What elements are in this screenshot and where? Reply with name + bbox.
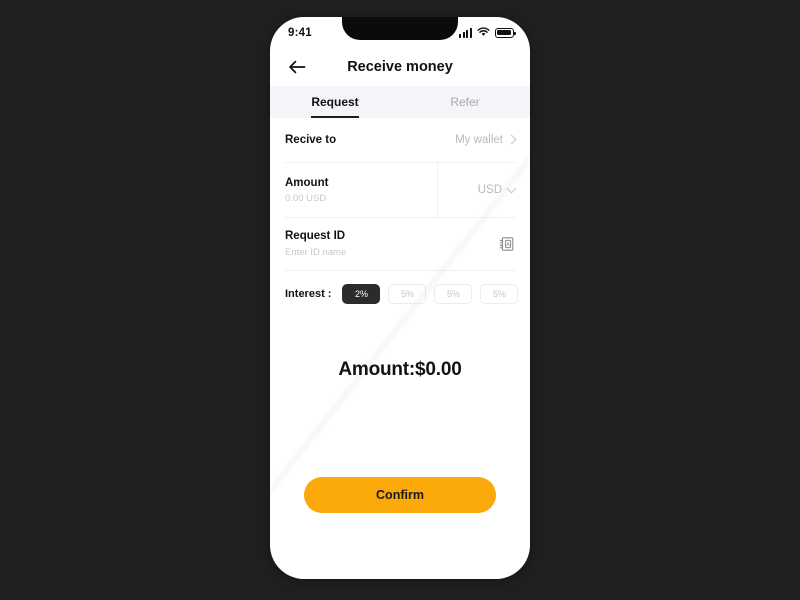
- interest-label: Interest :: [285, 288, 332, 300]
- interest-chip-3[interactable]: 5%: [480, 284, 519, 304]
- interest-chip-1[interactable]: 5%: [388, 284, 427, 304]
- phone-frame: 9:41 Receive money Request Refer Recive …: [270, 17, 530, 579]
- tab-bar: Request Refer: [270, 86, 530, 118]
- interest-chip-0-label: 2%: [354, 289, 368, 299]
- interest-chip-1-label: 5%: [400, 289, 414, 299]
- currency-selector[interactable]: USD: [437, 163, 517, 217]
- wifi-icon: [477, 24, 490, 42]
- interest-chip-0[interactable]: 2%: [342, 284, 381, 304]
- cellular-signal-icon: [459, 28, 472, 38]
- tab-request-label: Request: [311, 95, 359, 109]
- confirm-button[interactable]: Confirm: [304, 477, 496, 513]
- status-bar: 9:41: [270, 17, 530, 48]
- amount-label: Amount: [285, 176, 329, 189]
- contact-card-icon[interactable]: A: [499, 218, 515, 270]
- confirm-button-container: Confirm: [270, 477, 530, 513]
- tab-refer-label: Refer: [450, 95, 480, 109]
- interest-chip-2[interactable]: 5%: [434, 284, 473, 304]
- battery-icon: [495, 27, 516, 38]
- tab-request[interactable]: Request: [270, 86, 400, 118]
- chevron-right-icon: [506, 134, 517, 145]
- receive-to-value-group: My wallet: [455, 134, 517, 146]
- status-bar-time: 9:41: [288, 26, 312, 39]
- status-bar-icons: [459, 24, 516, 42]
- request-id-input[interactable]: Enter ID name: [285, 247, 499, 258]
- amount-summary: Amount:$0.00: [338, 359, 462, 380]
- receive-to-row[interactable]: Recive to My wallet: [285, 118, 517, 163]
- receive-to-label: Recive to: [285, 134, 337, 146]
- currency-value: USD: [477, 184, 502, 196]
- amount-row: Amount 0.00 USD USD: [285, 163, 517, 218]
- svg-text:A: A: [506, 242, 510, 248]
- request-id-left-group: Request ID Enter ID name: [285, 218, 499, 270]
- request-id-label: Request ID: [285, 230, 346, 242]
- receive-to-value: My wallet: [455, 134, 503, 146]
- app-header: Receive money: [270, 48, 530, 86]
- chevron-down-icon: [506, 183, 517, 194]
- back-arrow-icon[interactable]: [284, 54, 310, 80]
- form-section: Recive to My wallet Amount 0.00 USD USD …: [270, 118, 530, 271]
- amount-input[interactable]: 0.00 USD: [285, 193, 437, 204]
- interest-chip-3-label: 5%: [492, 289, 506, 299]
- amount-left-group: Amount 0.00 USD: [285, 163, 437, 217]
- interest-row: Interest : 2% 5% 5% 5%: [270, 271, 530, 317]
- tab-refer[interactable]: Refer: [400, 86, 530, 118]
- interest-chip-2-label: 5%: [446, 289, 460, 299]
- request-id-row: Request ID Enter ID name A: [285, 218, 515, 271]
